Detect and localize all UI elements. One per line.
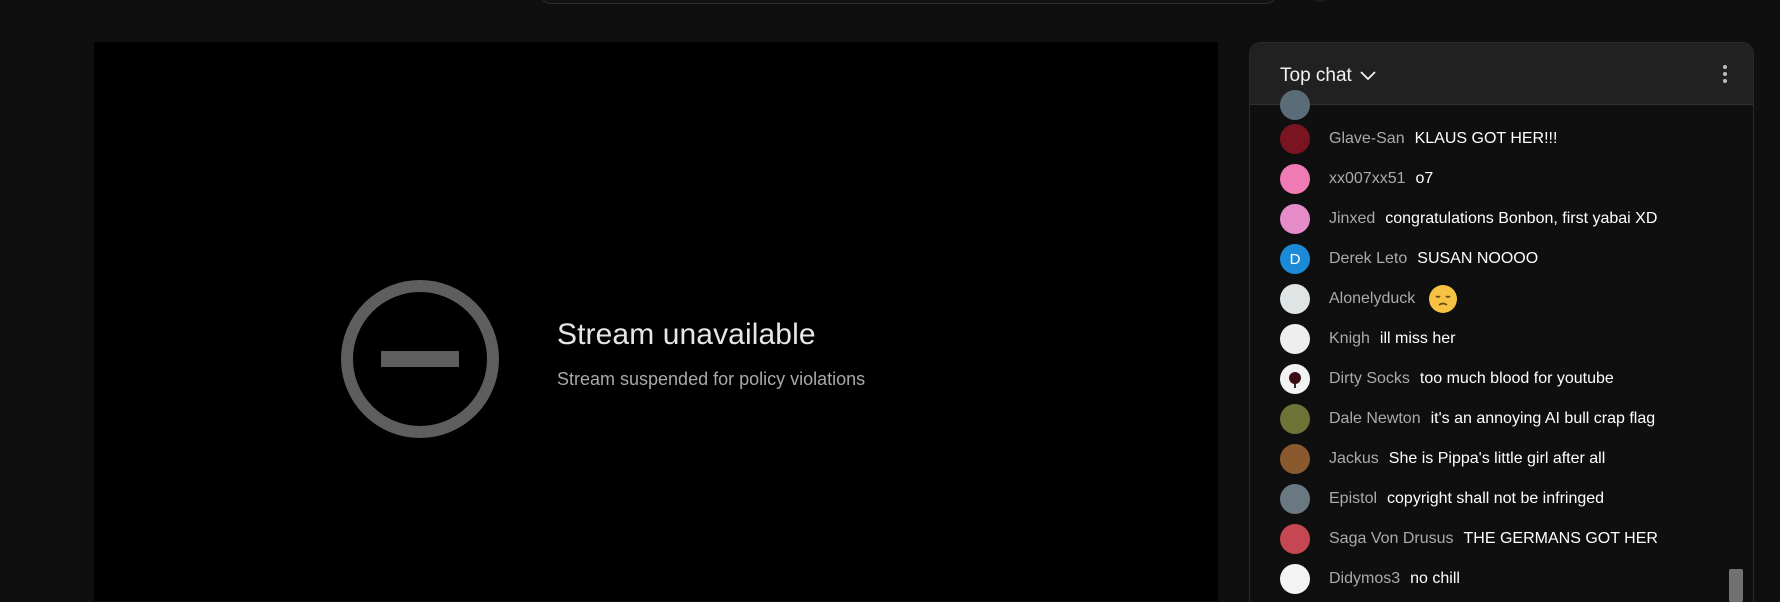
chat-author[interactable]: Didymos3 — [1329, 570, 1400, 588]
chat-text: it's an annoying AI bull crap flag — [1430, 410, 1656, 427]
chat-author[interactable]: Jinxed — [1329, 210, 1375, 228]
no-entry-icon — [341, 280, 499, 438]
rose-icon — [1289, 372, 1301, 388]
avatar — [1280, 524, 1310, 554]
chat-author[interactable]: xx007xx51 — [1329, 170, 1406, 188]
avatar — [1280, 404, 1310, 434]
chat-mode-label: Top chat — [1280, 65, 1352, 86]
avatar — [1280, 124, 1310, 154]
chat-text: KLAUS GOT HER!!! — [1414, 130, 1558, 147]
chat-header: Top chat — [1250, 43, 1753, 105]
chat-message[interactable]: Dale Newton it's an annoying AI bull cra… — [1280, 403, 1655, 435]
avatar — [1280, 164, 1310, 194]
chat-message[interactable]: Alonelyduck — [1280, 283, 1458, 315]
chat-message[interactable]: Jinxed congratulations Bonbon, first yab… — [1280, 203, 1657, 235]
chat-author[interactable]: Knigh — [1329, 330, 1370, 348]
stream-unavailable-title: Stream unavailable — [557, 318, 816, 351]
chat-message[interactable]: Saga Von Drusus THE GERMANS GOT HER — [1280, 523, 1658, 555]
avatar — [1280, 564, 1310, 594]
chat-message[interactable]: Dirty Socks too much blood for youtube — [1280, 363, 1614, 395]
chat-author[interactable]: Glave-San — [1329, 130, 1405, 148]
chat-author[interactable]: Dirty Socks — [1329, 370, 1410, 388]
chat-author[interactable]: Dale Newton — [1329, 410, 1421, 428]
chat-message-list[interactable]: Glave-San KLAUS GOT HER!!! xx007xx51 o7 … — [1250, 90, 1740, 602]
chat-text: too much blood for youtube — [1419, 370, 1614, 387]
chat-text: ill miss her — [1379, 330, 1456, 347]
chat-author[interactable]: Saga Von Drusus — [1329, 530, 1454, 548]
live-chat-panel: Top chat Glave-San KLAUS GOT HER!!! xx00… — [1249, 42, 1754, 602]
pensive-face-emoji-icon — [1429, 285, 1458, 313]
chat-text: no chill — [1410, 570, 1460, 587]
chevron-down-icon — [1360, 71, 1376, 81]
chat-message[interactable]: Epistol copyright shall not be infringed — [1280, 483, 1604, 515]
chat-message[interactable]: xx007xx51 o7 — [1280, 163, 1433, 195]
avatar — [1280, 90, 1310, 120]
chat-message[interactable]: Knigh ill miss her — [1280, 323, 1455, 355]
chat-text: She is Pippa's little girl after all — [1388, 450, 1606, 467]
more-vert-icon[interactable] — [1713, 62, 1737, 86]
chat-text: congratulations Bonbon, first yabai XD — [1385, 210, 1658, 227]
avatar — [1280, 484, 1310, 514]
avatar: D — [1280, 244, 1310, 274]
video-player[interactable]: Stream unavailable Stream suspended for … — [94, 42, 1218, 601]
chat-author[interactable]: Epistol — [1329, 490, 1377, 508]
avatar — [1280, 364, 1310, 394]
chat-message[interactable]: D Derek Leto SUSAN NOOOO — [1280, 243, 1538, 275]
chat-text: o7 — [1415, 170, 1434, 187]
avatar-letter: D — [1289, 250, 1301, 268]
chat-text: SUSAN NOOOO — [1417, 250, 1539, 267]
chat-text: THE GERMANS GOT HER — [1463, 530, 1658, 547]
chat-author[interactable]: Alonelyduck — [1329, 290, 1415, 308]
chat-message[interactable]: Jackus She is Pippa's little girl after … — [1280, 443, 1605, 475]
chat-message[interactable]: Didymos3 no chill — [1280, 563, 1460, 595]
voice-search-button-edge[interactable] — [1307, 0, 1333, 2]
avatar — [1280, 204, 1310, 234]
avatar — [1280, 444, 1310, 474]
avatar — [1280, 284, 1310, 314]
chat-author[interactable]: Derek Leto — [1329, 250, 1407, 268]
chat-message[interactable]: Glave-San KLAUS GOT HER!!! — [1280, 123, 1557, 155]
stream-unavailable-subtitle: Stream suspended for policy violations — [557, 369, 866, 389]
chat-scrollbar-thumb[interactable] — [1729, 569, 1743, 602]
chat-author[interactable]: Jackus — [1329, 450, 1379, 468]
search-bar-edge[interactable] — [540, 0, 1277, 4]
chat-text: copyright shall not be infringed — [1387, 490, 1605, 507]
avatar — [1280, 324, 1310, 354]
chat-mode-dropdown[interactable]: Top chat — [1280, 62, 1376, 90]
